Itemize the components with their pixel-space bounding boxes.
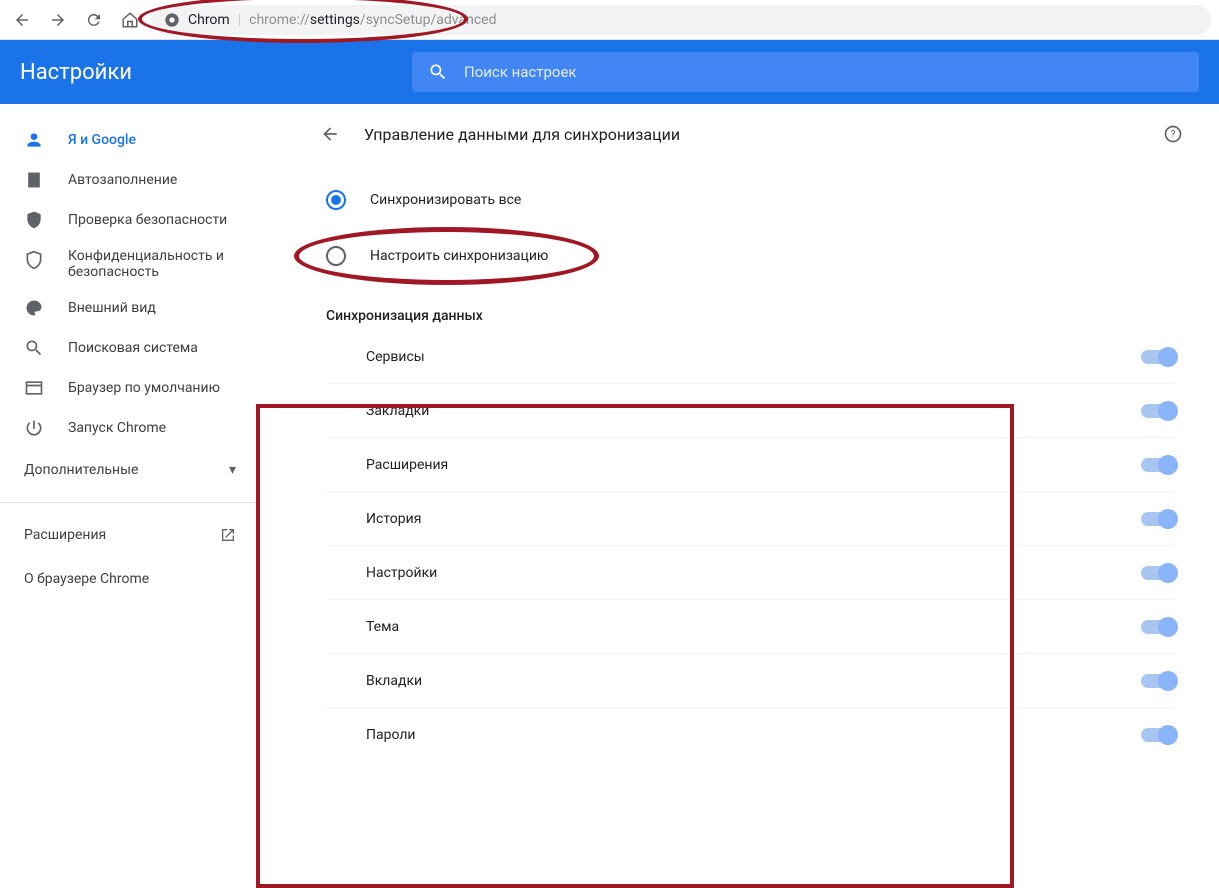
toggle-switch[interactable] (1141, 404, 1175, 418)
row-label: История (366, 511, 421, 527)
search-input[interactable] (464, 63, 1183, 81)
page-header: Управление данными для синхронизации ? (320, 124, 1183, 144)
palette-icon (24, 298, 44, 318)
search-box[interactable] (412, 52, 1199, 92)
url-text: chrome://settings/syncSetup/advanced (249, 12, 496, 28)
browser-toolbar: Chrom | chrome://settings/syncSetup/adva… (0, 0, 1219, 40)
toggle-switch[interactable] (1141, 728, 1175, 742)
sync-row-settings: Настройки (326, 546, 1175, 600)
sidebar-item-label: Конфиденциальность и безопасность (68, 248, 236, 280)
sync-row-bookmarks: Закладки (326, 384, 1175, 438)
sidebar-item-default-browser[interactable]: Браузер по умолчанию (0, 368, 260, 408)
sidebar-item-appearance[interactable]: Внешний вид (0, 288, 260, 328)
radio-sync-custom[interactable]: Настроить синхронизацию (320, 236, 1183, 276)
toggle-switch[interactable] (1141, 512, 1175, 526)
sidebar-item-safety-check[interactable]: Проверка безопасности (0, 200, 260, 240)
section-title: Синхронизация данных (326, 308, 1183, 324)
toggle-switch[interactable] (1141, 458, 1175, 472)
arrow-left-icon (320, 124, 340, 144)
sync-row-tabs: Вкладки (326, 654, 1175, 708)
sidebar-item-on-startup[interactable]: Запуск Chrome (0, 408, 260, 448)
sync-row-history: История (326, 492, 1175, 546)
sidebar-item-you-and-google[interactable]: Я и Google (0, 120, 260, 160)
sidebar-item-label: Автозаполнение (68, 172, 177, 188)
sidebar-extensions-link[interactable]: Расширения (0, 513, 260, 557)
home-button[interactable] (116, 6, 144, 34)
sidebar-link-label: О браузере Chrome (24, 571, 149, 587)
sidebar-item-label: Я и Google (68, 132, 136, 148)
sidebar-item-search-engine[interactable]: Поисковая система (0, 328, 260, 368)
row-label: Настройки (366, 565, 437, 581)
search-icon (24, 338, 44, 358)
sync-row-passwords: Пароли (326, 708, 1175, 762)
settings-header: Настройки (0, 40, 1219, 104)
sidebar-advanced-toggle[interactable]: Дополнительные ▾ (0, 448, 260, 492)
chevron-down-icon: ▾ (229, 462, 236, 478)
home-icon (121, 11, 139, 29)
shield-icon (24, 250, 44, 270)
row-label: Вкладки (366, 673, 422, 689)
sync-data-list: Сервисы Закладки Расширения История Наст… (326, 330, 1183, 762)
shield-check-icon (24, 210, 44, 230)
sidebar-item-label: Внешний вид (68, 300, 156, 316)
row-label: Расширения (366, 457, 448, 473)
sync-row-theme: Тема (326, 600, 1175, 654)
open-in-new-icon (220, 527, 236, 543)
radio-icon (326, 190, 346, 210)
sync-row-services: Сервисы (326, 330, 1175, 384)
radio-label: Настроить синхронизацию (370, 248, 548, 264)
sidebar-item-autofill[interactable]: Автозаполнение (0, 160, 260, 200)
arrow-left-icon (13, 11, 31, 29)
sidebar-item-label: Запуск Chrome (68, 420, 166, 436)
row-label: Тема (366, 619, 399, 635)
search-icon (428, 62, 448, 82)
sync-row-extensions: Расширения (326, 438, 1175, 492)
address-bar[interactable]: Chrom | chrome://settings/syncSetup/adva… (152, 5, 1211, 35)
radio-label: Синхронизировать все (370, 192, 521, 208)
toggle-switch[interactable] (1141, 566, 1175, 580)
svg-text:?: ? (1171, 129, 1176, 140)
toggle-switch[interactable] (1141, 620, 1175, 634)
sidebar-about-link[interactable]: О браузере Chrome (0, 557, 260, 601)
sidebar: Я и Google Автозаполнение Проверка безоп… (0, 104, 260, 806)
chrome-icon (164, 12, 180, 28)
sidebar-item-label: Поисковая система (68, 340, 198, 356)
forward-nav-button[interactable] (44, 6, 72, 34)
sidebar-separator (0, 502, 260, 503)
reload-button[interactable] (80, 6, 108, 34)
person-icon (24, 130, 44, 150)
radio-icon (326, 246, 346, 266)
page-title: Управление данными для синхронизации (364, 125, 680, 144)
row-label: Закладки (366, 403, 429, 419)
page-back-button[interactable] (320, 124, 340, 144)
radio-sync-all[interactable]: Синхронизировать все (320, 180, 1183, 220)
power-icon (24, 418, 44, 438)
help-icon[interactable]: ? (1163, 124, 1183, 144)
main-content: Управление данными для синхронизации ? С… (260, 104, 1219, 806)
url-prefix: Chrom (188, 12, 230, 28)
reload-icon (85, 11, 103, 29)
arrow-right-icon (49, 11, 67, 29)
sidebar-advanced-label: Дополнительные (24, 462, 138, 478)
settings-title: Настройки (0, 60, 412, 85)
back-nav-button[interactable] (8, 6, 36, 34)
clipboard-icon (24, 170, 44, 190)
sidebar-link-label: Расширения (24, 527, 106, 543)
sidebar-item-label: Проверка безопасности (68, 212, 227, 228)
sidebar-item-label: Браузер по умолчанию (68, 380, 220, 396)
toggle-switch[interactable] (1141, 674, 1175, 688)
sidebar-item-privacy[interactable]: Конфиденциальность и безопасность (0, 240, 260, 288)
toggle-switch[interactable] (1141, 350, 1175, 364)
row-label: Сервисы (366, 349, 425, 365)
window-icon (24, 378, 44, 398)
row-label: Пароли (366, 727, 416, 743)
